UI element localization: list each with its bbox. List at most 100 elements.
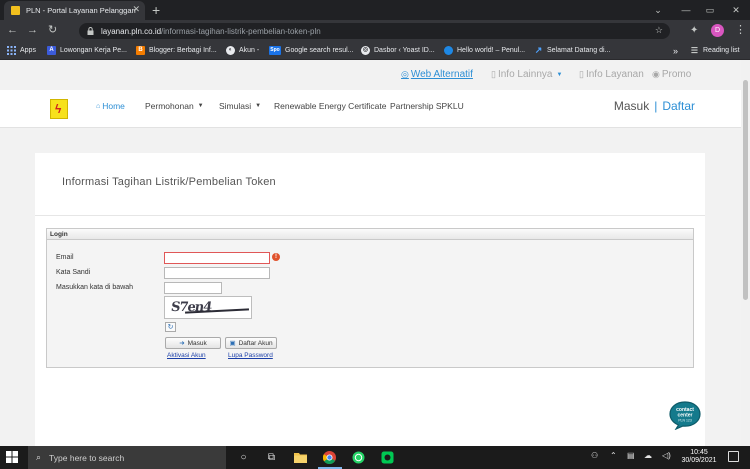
browser-tab[interactable]: PLN - Portal Layanan Pelanggan ✕ [4, 1, 145, 20]
chrome-taskbar-icon[interactable] [321, 449, 338, 466]
captcha-label: Masukkan kata di bawah [56, 284, 134, 291]
new-tab-icon[interactable]: + [152, 1, 160, 19]
nav-home-label: Home [102, 101, 125, 111]
chrome-menu-icon[interactable]: ⋮ [735, 23, 746, 38]
chevron-down-icon: ▼ [255, 103, 262, 109]
browser-tab-strip: PLN - Portal Layanan Pelanggan ✕ + ⌄ — ▭… [0, 0, 750, 20]
bookmark-google-search[interactable]: Spo Google search resul... [269, 44, 353, 57]
content-card: Informasi Tagihan Listrik/Pembelian Toke… [35, 153, 705, 446]
wordpress-icon: ◎ [361, 46, 370, 55]
bookmark-akun[interactable]: ◐ Akun - [226, 44, 259, 57]
password-field[interactable] [164, 267, 270, 279]
bookmark-label: Dasbor ‹ Yoast ID... [374, 47, 435, 54]
reading-list-button[interactable]: ☰ Reading list [690, 44, 740, 57]
cortana-icon[interactable]: ○ [235, 449, 252, 466]
show-hidden-icons[interactable]: ⌃ [610, 451, 617, 460]
info-lainnya-link[interactable]: ▯ Info Lainnya ▼ [491, 69, 562, 80]
document-icon: ▯ [579, 69, 584, 79]
bookmark-star-icon[interactable]: ☆ [655, 25, 663, 36]
contact-center-widget[interactable]: contact center PLN 123 [668, 400, 702, 430]
close-tab-icon[interactable]: ✕ [132, 4, 140, 15]
app-green-icon[interactable] [379, 449, 396, 466]
scrollbar-thumb[interactable] [743, 80, 748, 300]
masuk-link[interactable]: Masuk [614, 99, 649, 113]
web-alternatif-link[interactable]: ◎ Web Alternatif [401, 69, 473, 80]
chevron-down-icon: ▼ [197, 103, 204, 109]
forward-icon[interactable]: → [27, 23, 38, 38]
minimize-icon[interactable]: — [675, 0, 697, 20]
daftar-akun-button-label: Daftar Akun [238, 339, 273, 347]
windows-start-icon[interactable] [6, 451, 18, 463]
globe-icon: ◎ [401, 69, 409, 79]
password-label: Kata Sandi [56, 269, 91, 276]
bookmarks-overflow-icon[interactable]: » [673, 44, 678, 57]
profile-avatar[interactable]: D [711, 24, 724, 37]
tab-title: PLN - Portal Layanan Pelanggan [26, 6, 136, 15]
nav-simulasi-label: Simulasi [219, 101, 252, 111]
reading-list-label: Reading list [703, 47, 740, 54]
extensions-icon[interactable]: ✦ [690, 23, 698, 38]
promo-link[interactable]: ◉ Promo [652, 69, 691, 80]
nav-spklu-label: Partnership SPKLU [390, 101, 464, 111]
page-scrollbar[interactable] [741, 60, 750, 446]
back-icon[interactable]: ← [7, 23, 18, 38]
volume-icon[interactable]: ◁) [662, 451, 671, 460]
bookmark-blogger[interactable]: B Blogger: Berbagi Inf... [136, 44, 217, 57]
reload-icon[interactable]: ↻ [48, 23, 57, 38]
clock-time: 10:45 [690, 449, 708, 456]
captcha-field[interactable] [164, 282, 222, 294]
nav-simulasi[interactable]: Simulasi ▼ [219, 101, 261, 111]
bookmark-lowongan[interactable]: A Lowongan Kerja Pe... [47, 44, 127, 57]
file-explorer-icon[interactable] [292, 449, 309, 466]
nav-partnership-spklu[interactable]: Partnership SPKLU [390, 101, 464, 111]
pln-logo[interactable]: ϟ [50, 99, 68, 119]
url-host: layanan.pln.co.id [101, 26, 162, 36]
browser-toolbar: ← → ↻ layanan.pln.co.id /informasi-tagih… [0, 20, 750, 41]
a-logo-icon: A [47, 46, 56, 55]
refresh-captcha-icon[interactable]: ↻ [165, 322, 176, 332]
reading-list-icon: ☰ [690, 46, 699, 55]
masuk-button[interactable]: ➜ Masuk [165, 337, 221, 349]
contact-center-line3: PLN 123 [678, 419, 692, 423]
daftar-akun-button[interactable]: ▣ Daftar Akun [225, 337, 277, 349]
bookmark-hello-world[interactable]: Hello world! – Penul... [444, 44, 525, 57]
bookmark-dasbor[interactable]: ◎ Dasbor ‹ Yoast ID... [361, 44, 435, 57]
bookmark-label: Lowongan Kerja Pe... [60, 47, 127, 54]
task-view-icon[interactable]: ⧉ [263, 449, 280, 466]
bookmark-label: Selamat Datang di... [547, 47, 611, 54]
maximize-icon[interactable]: ▭ [699, 0, 721, 20]
email-label: Email [56, 254, 74, 261]
tag-icon: ◉ [652, 69, 660, 79]
aktivasi-akun-link[interactable]: Aktivasi Akun [167, 352, 206, 359]
tab-search-icon[interactable]: ⌄ [647, 0, 669, 20]
notification-center-icon[interactable] [728, 451, 739, 462]
email-field[interactable] [164, 252, 270, 264]
info-layanan-label: Info Layanan [585, 69, 644, 80]
nav-renewable-energy-certificate[interactable]: Renewable Energy Certificate [274, 101, 386, 111]
bookmark-label: Google search resul... [285, 47, 354, 54]
bookmark-selamat-datang[interactable]: ↗ Selamat Datang di... [534, 44, 611, 57]
nav-home[interactable]: ⌂ Home [96, 101, 125, 111]
nav-permohonan[interactable]: Permohonan ▼ [145, 101, 204, 111]
taskbar-search-box[interactable]: ⌕ Type here to search [28, 446, 226, 469]
lightning-icon: ϟ [55, 102, 62, 116]
network-icon[interactable]: ▤ [627, 451, 635, 460]
lock-icon[interactable] [87, 27, 94, 35]
people-icon[interactable]: ⚇ [591, 451, 598, 460]
analytics-icon: ↗ [534, 45, 543, 55]
page-title: Informasi Tagihan Listrik/Pembelian Toke… [62, 176, 276, 188]
arrow-right-icon: ➜ [179, 340, 185, 347]
error-icon: ! [272, 253, 280, 261]
onedrive-icon[interactable]: ☁ [644, 451, 652, 460]
daftar-link[interactable]: Daftar [662, 99, 695, 113]
bookmark-apps[interactable]: Apps [7, 44, 36, 57]
address-bar[interactable]: layanan.pln.co.id /informasi-tagihan-lis… [79, 23, 670, 39]
close-window-icon[interactable]: ✕ [725, 0, 747, 20]
windows-taskbar: ⌕ Type here to search ○ ⧉ ⚇ ⌃ ▤ ☁ ◁) 10:… [0, 446, 750, 469]
whatsapp-icon[interactable] [350, 449, 367, 466]
system-clock[interactable]: 10:45 30/09/2021 [681, 449, 717, 465]
clock-date: 30/09/2021 [681, 457, 717, 464]
lupa-password-link[interactable]: Lupa Password [228, 352, 273, 359]
bookmark-label: Hello world! – Penul... [457, 47, 526, 54]
info-layanan-link[interactable]: ▯ Info Layanan [579, 69, 644, 80]
